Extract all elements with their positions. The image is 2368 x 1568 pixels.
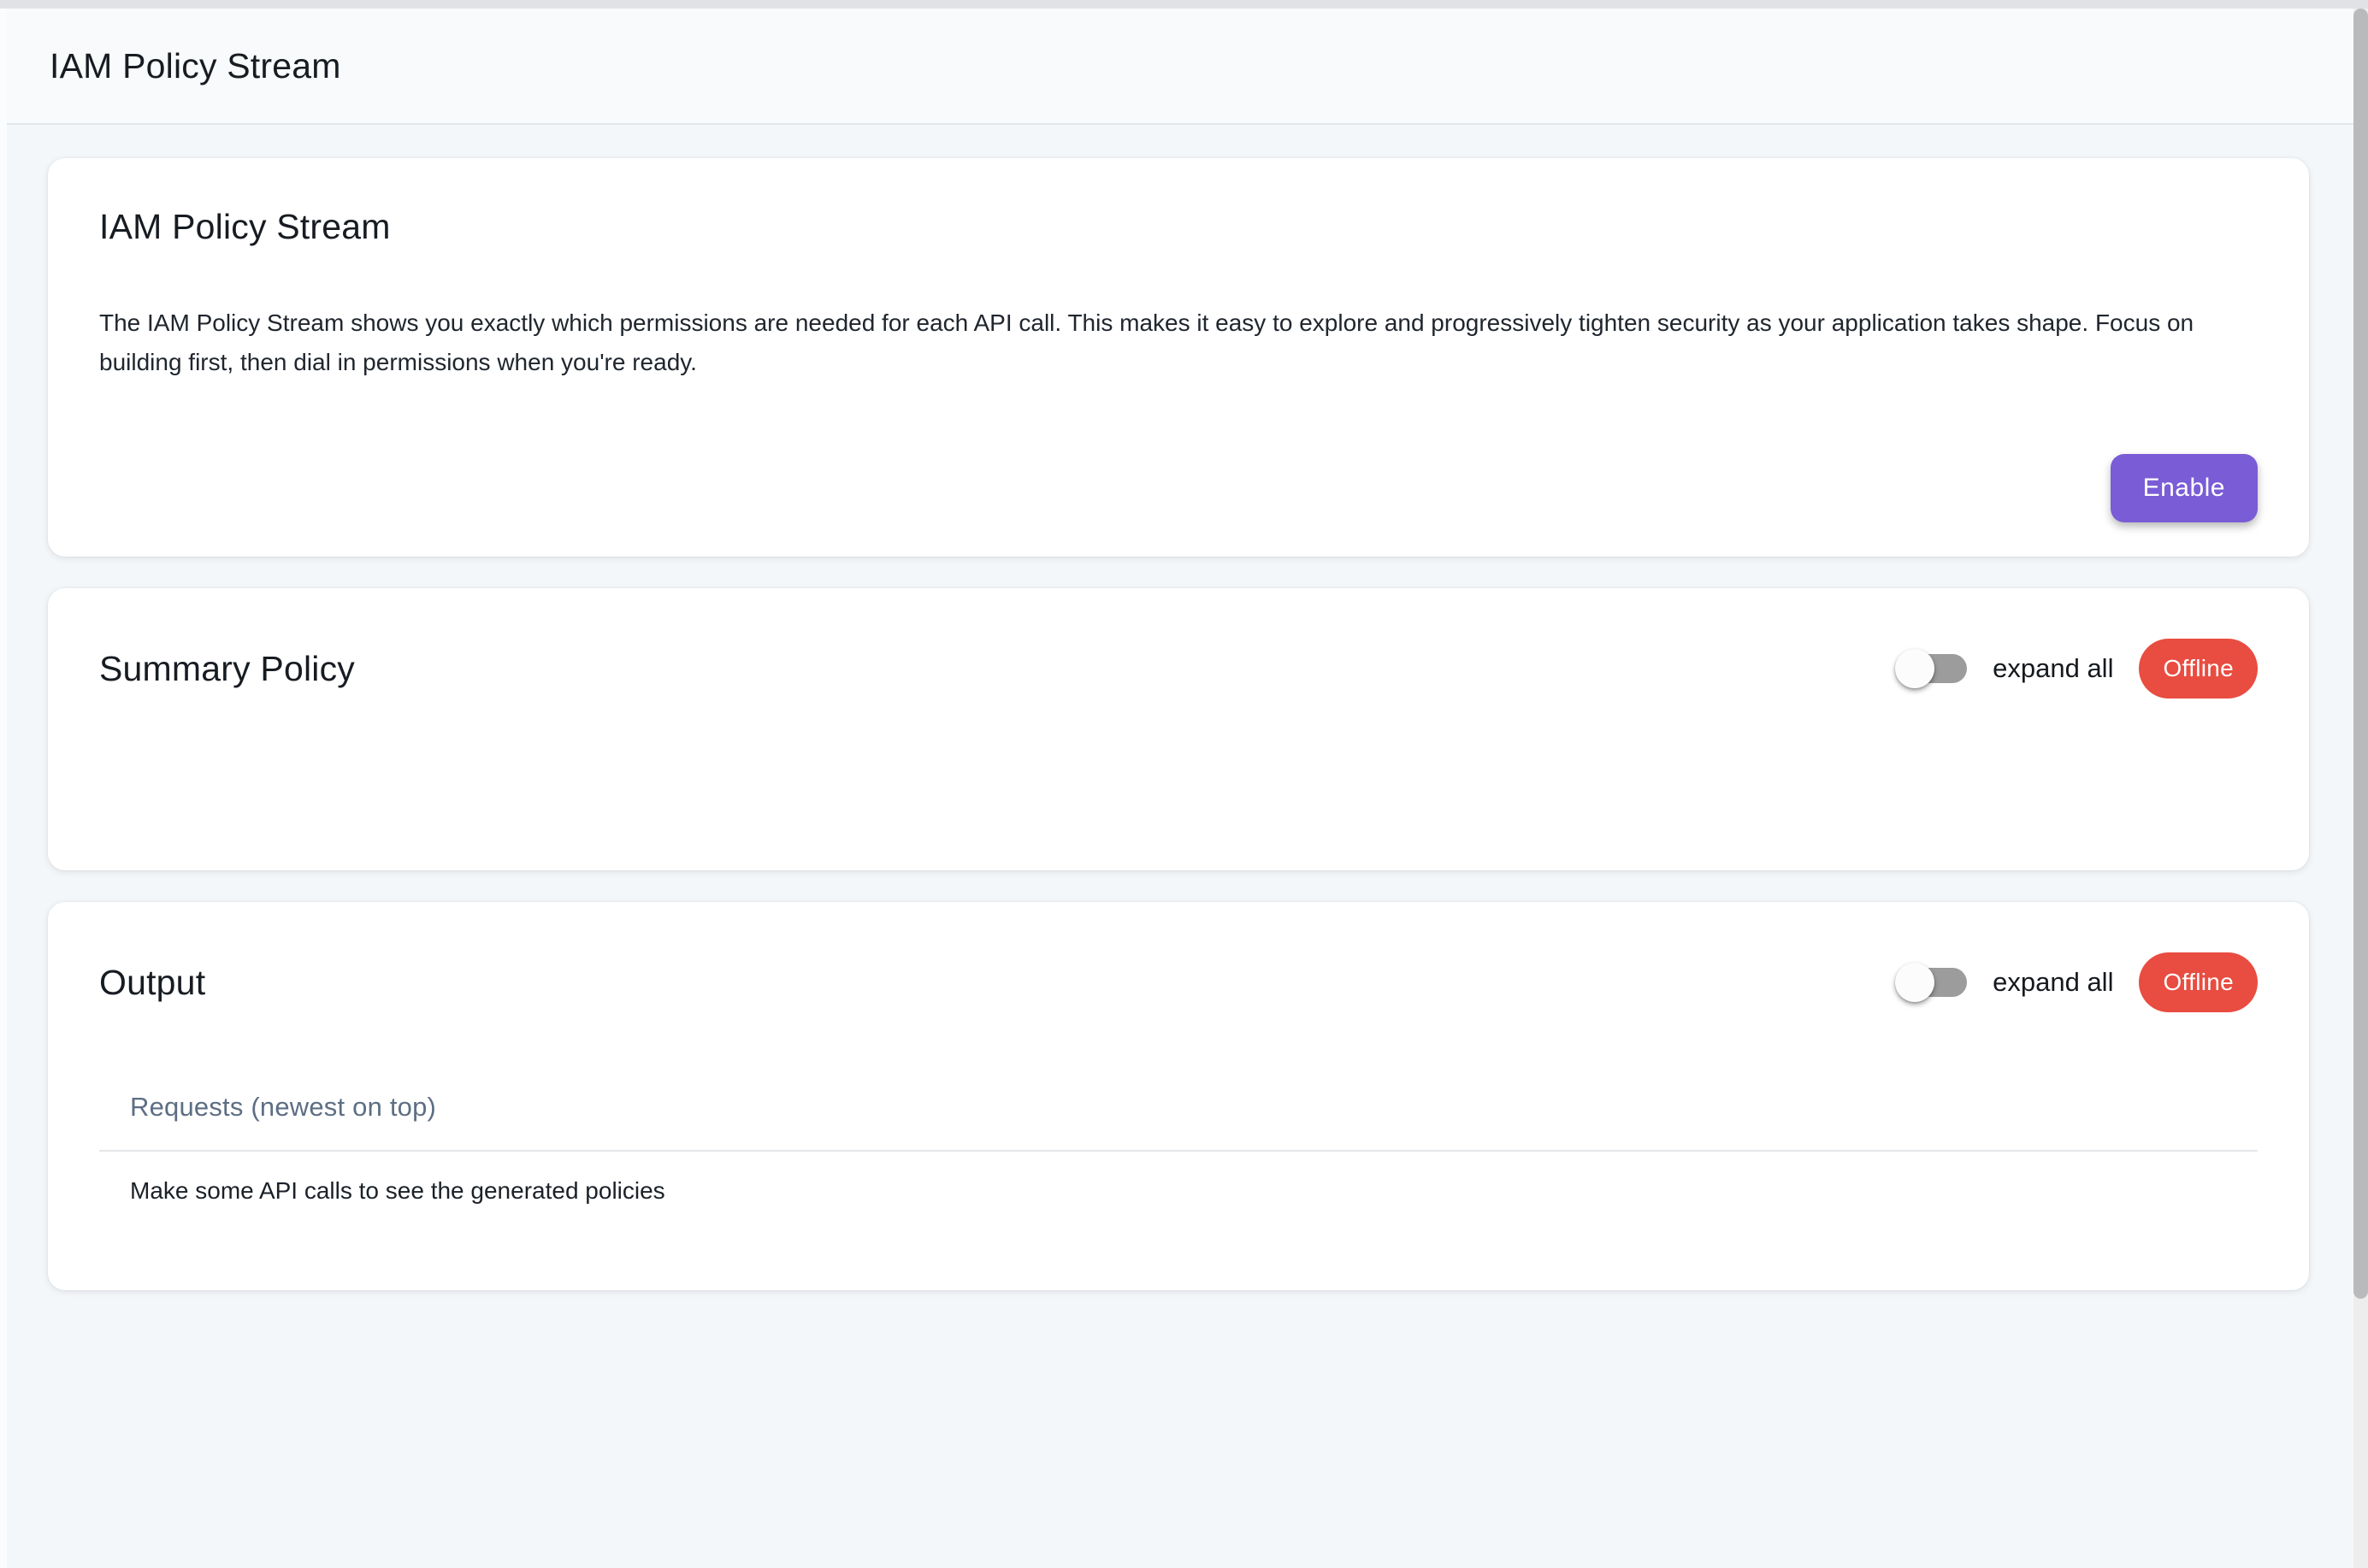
window-top-strip <box>0 0 2368 9</box>
enable-button[interactable]: Enable <box>2111 454 2258 522</box>
intro-card-title: IAM Policy Stream <box>99 204 2258 249</box>
scrollbar-thumb[interactable] <box>2353 9 2368 1299</box>
scrollbar-track[interactable] <box>2353 9 2368 1568</box>
intro-card: IAM Policy Stream The IAM Policy Stream … <box>48 158 2309 557</box>
summary-policy-card: Summary Policy expand all Offline <box>48 588 2309 870</box>
intro-card-actions: Enable <box>99 454 2258 522</box>
summary-expand-all-label: expand all <box>1993 653 2113 684</box>
output-expand-all-toggle[interactable] <box>1895 962 1967 1003</box>
intro-card-description: The IAM Policy Stream shows you exactly … <box>99 304 2258 382</box>
summary-policy-controls: expand all Offline <box>1895 639 2258 699</box>
summary-policy-header-row: Summary Policy expand all Offline <box>99 634 2258 703</box>
toggle-thumb <box>1895 649 1934 688</box>
summary-expand-all-toggle[interactable] <box>1895 648 1967 689</box>
main-content: IAM Policy Stream The IAM Policy Stream … <box>0 127 2368 1322</box>
page-header: IAM Policy Stream <box>0 9 2368 125</box>
toggle-thumb <box>1895 963 1934 1002</box>
left-edge-gutter <box>0 9 7 1568</box>
app-window: IAM Policy Stream IAM Policy Stream The … <box>0 0 2368 1568</box>
output-card: Output expand all Offline Requests (newe… <box>48 902 2309 1290</box>
requests-heading: Requests (newest on top) <box>99 1088 2258 1126</box>
page-title: IAM Policy Stream <box>50 46 341 86</box>
output-expand-all-label: expand all <box>1993 967 2113 998</box>
output-header-row: Output expand all Offline <box>99 948 2258 1017</box>
output-controls: expand all Offline <box>1895 952 2258 1012</box>
output-status-badge: Offline <box>2139 952 2258 1012</box>
summary-status-badge: Offline <box>2139 639 2258 699</box>
requests-empty-message: Make some API calls to see the generated… <box>99 1174 2258 1208</box>
requests-divider <box>99 1150 2258 1152</box>
requests-section: Requests (newest on top) Make some API c… <box>99 1088 2258 1208</box>
output-title: Output <box>99 960 205 1005</box>
summary-policy-title: Summary Policy <box>99 646 355 691</box>
